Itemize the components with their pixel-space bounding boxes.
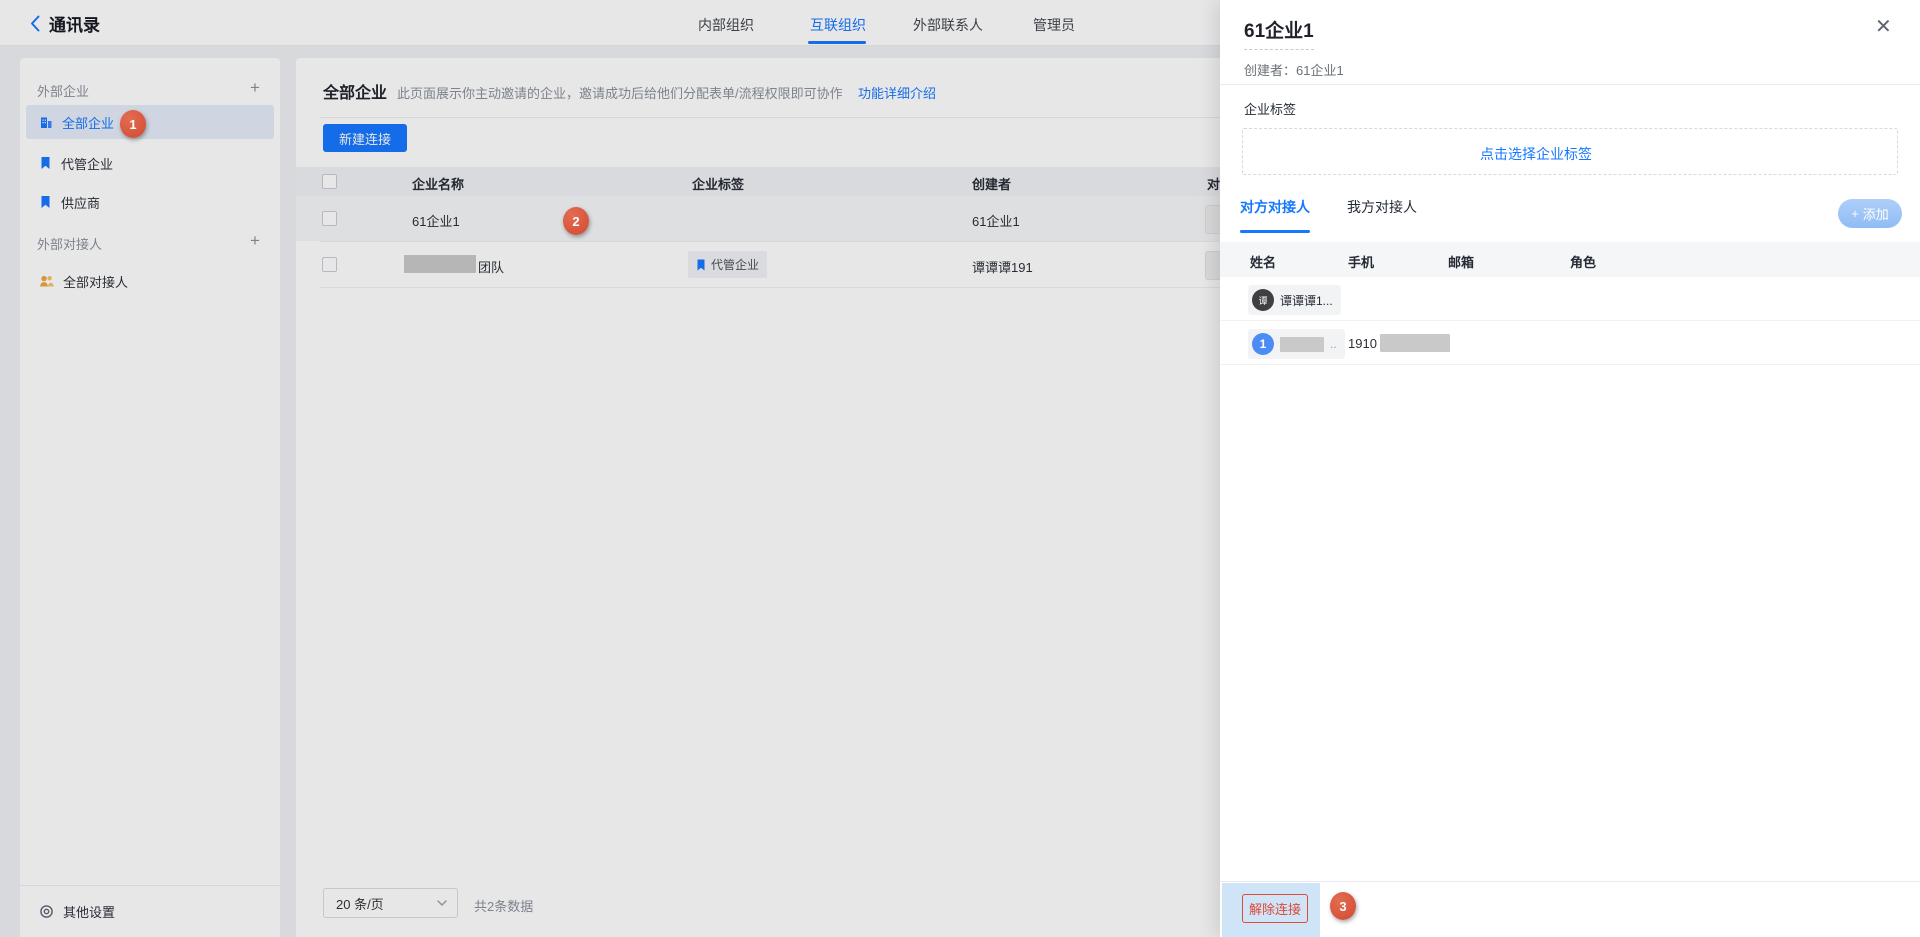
col-role: 角色 <box>1570 252 1596 271</box>
tag-section-label: 企业标签 <box>1244 99 1296 118</box>
contact-row[interactable]: 谭 谭谭谭1... <box>1220 277 1920 320</box>
step-marker-2: 2 <box>563 207 589 235</box>
tag-picker-link[interactable]: 点击选择企业标签 <box>1480 144 1592 164</box>
redacted-name <box>1280 337 1324 352</box>
contact-name: 谭谭谭1... <box>1280 292 1333 309</box>
step-marker-3: 3 <box>1330 892 1356 920</box>
drawer-footer-divider <box>1220 881 1920 882</box>
app-screen: 通讯录 内部组织 互联组织 外部联系人 管理员 外部企业 + 全部企业 代管企业 <box>0 0 1920 937</box>
disconnect-button[interactable]: 解除连接 <box>1242 894 1308 923</box>
plus-icon: + <box>1851 206 1859 221</box>
drawer-title[interactable]: 61企业1 <box>1244 16 1314 50</box>
tab-our-contacts[interactable]: 我方对接人 <box>1347 197 1417 217</box>
add-button-label: 添加 <box>1863 204 1889 223</box>
drawer-creator-line: 创建者：61企业1 <box>1244 60 1344 79</box>
col-name: 姓名 <box>1250 252 1276 271</box>
contact-chip[interactable]: 1 .. <box>1248 329 1345 359</box>
close-icon[interactable]: ✕ <box>1875 17 1892 37</box>
modal-mask <box>0 0 1220 937</box>
redacted-phone <box>1380 334 1450 352</box>
col-phone: 手机 <box>1348 252 1374 271</box>
phone-prefix: 1910 <box>1348 336 1377 351</box>
contact-chip[interactable]: 谭 谭谭谭1... <box>1248 285 1341 315</box>
avatar: 1 <box>1252 333 1274 355</box>
name-ellipsis: .. <box>1330 337 1337 351</box>
tag-picker-box[interactable]: 点击选择企业标签 <box>1242 128 1898 175</box>
step-marker-1: 1 <box>120 110 146 138</box>
add-contact-button[interactable]: + 添加 <box>1838 199 1902 228</box>
tab-their-contacts[interactable]: 对方对接人 <box>1240 197 1310 217</box>
drawer-table-header: 姓名 手机 邮箱 角色 <box>1220 242 1920 277</box>
col-email: 邮箱 <box>1448 252 1474 271</box>
drawer-divider <box>1220 84 1920 85</box>
row-divider <box>1220 364 1920 365</box>
contact-row[interactable]: 1 .. 1910 <box>1220 321 1920 364</box>
company-detail-drawer: 61企业1 ✕ 创建者：61企业1 企业标签 点击选择企业标签 对方对接人 我方… <box>1220 0 1920 937</box>
drawer-tab-underline <box>1240 230 1310 233</box>
avatar: 谭 <box>1252 289 1274 311</box>
